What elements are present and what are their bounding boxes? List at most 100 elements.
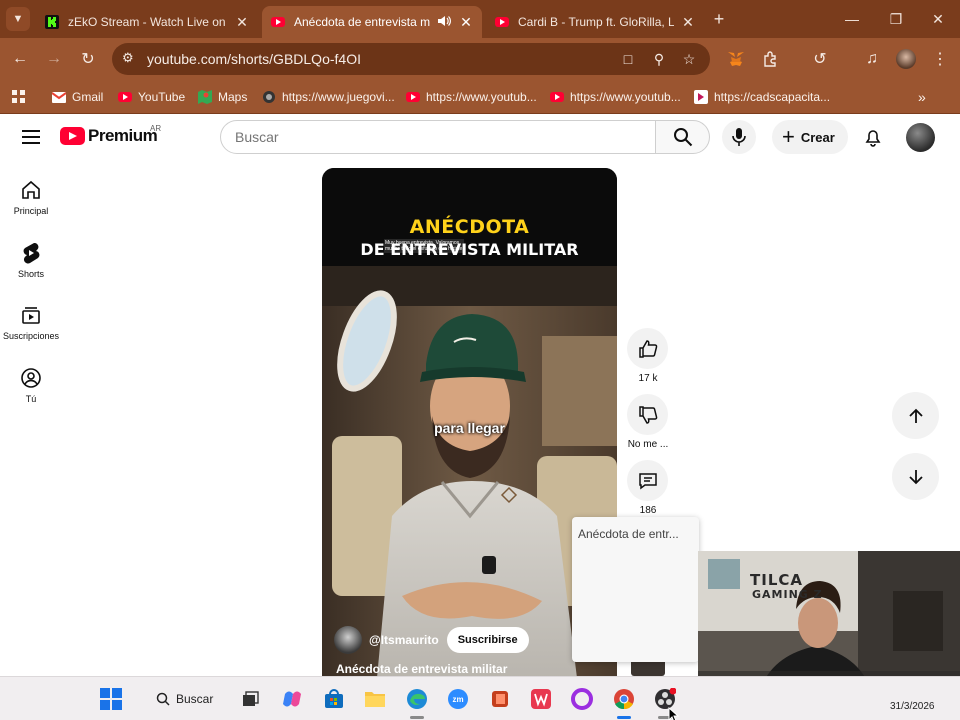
edge-running-indicator	[410, 716, 424, 719]
search-icon	[673, 128, 692, 147]
youtube-premium-logo[interactable]: Premium	[60, 126, 158, 146]
video-title[interactable]: Anécdota de entrevista militar	[336, 662, 507, 676]
video-heading-line1: ANÉCDOTA	[409, 216, 530, 238]
zoom-icon[interactable]: zm	[446, 687, 470, 711]
task-view-icon[interactable]	[238, 687, 262, 711]
forward-button[interactable]: →	[42, 47, 66, 71]
back-button[interactable]: ←	[8, 47, 32, 71]
tab-zeko-stream[interactable]: zEkO Stream - Watch Live on Ki ✕	[36, 6, 258, 38]
maps-icon	[198, 90, 212, 104]
tab-title: zEkO Stream - Watch Live on Ki	[68, 15, 228, 29]
voice-search-button[interactable]	[722, 120, 756, 154]
search-input[interactable]	[220, 120, 656, 154]
site-settings-icon[interactable]: ⚙	[122, 50, 134, 66]
new-tab-button[interactable]: +	[708, 8, 730, 30]
bookmark-cadscapacita[interactable]: https://cadscapacita...	[694, 87, 830, 107]
tab-strip: ▼ zEkO Stream - Watch Live on Ki ✕ Anécd…	[0, 0, 960, 38]
next-short-button[interactable]	[892, 453, 939, 500]
restore-button[interactable]: ❐	[874, 6, 918, 32]
store-icon[interactable]	[322, 687, 346, 711]
account-avatar[interactable]	[906, 123, 935, 152]
close-icon[interactable]: ✕	[234, 14, 250, 31]
site-icon	[694, 90, 708, 104]
nav-item-shorts[interactable]: Shorts	[0, 233, 62, 289]
office-icon[interactable]	[488, 687, 512, 711]
media-controls-icon[interactable]: ♫	[860, 47, 884, 71]
home-icon	[19, 178, 43, 202]
youtube-icon	[270, 14, 286, 30]
more-bookmarks-icon[interactable]: »	[918, 87, 926, 107]
svg-text:zm: zm	[452, 695, 463, 704]
reload-button[interactable]: ↻	[76, 47, 100, 71]
metamask-extension-icon[interactable]	[724, 47, 748, 71]
channel-avatar[interactable]	[334, 626, 362, 654]
you-icon	[19, 366, 43, 390]
menu-icon[interactable]: ⋮	[928, 47, 952, 71]
close-window-button[interactable]: ✕	[916, 6, 960, 32]
comments-button[interactable]	[627, 460, 668, 501]
bookmark-youtube-link-2[interactable]: https://www.youtub...	[550, 87, 681, 107]
extensions-icon[interactable]	[758, 47, 782, 71]
taskbar-search[interactable]: Buscar	[146, 685, 226, 713]
bookmark-youtube-link-1[interactable]: https://www.youtub...	[406, 87, 537, 107]
arrow-down-icon	[908, 469, 923, 484]
close-icon[interactable]: ✕	[680, 14, 696, 31]
tab-title: Anécdota de entrevista milit	[294, 15, 430, 29]
like-count: 17 k	[638, 373, 658, 384]
plus-icon: +	[782, 124, 795, 149]
create-button[interactable]: + Crear	[772, 120, 848, 154]
tab-cardi-b[interactable]: Cardi B - Trump ft. GloRilla, Lat ✕	[486, 6, 704, 38]
previous-short-button[interactable]	[892, 392, 939, 439]
gmail-icon	[52, 90, 66, 104]
copilot-icon[interactable]	[280, 687, 304, 711]
kick-icon	[44, 14, 60, 30]
chrome-running-indicator	[617, 716, 631, 719]
edge-icon[interactable]	[405, 687, 429, 711]
search-icon	[156, 692, 170, 706]
bookmark-juegovi[interactable]: https://www.juegovi...	[262, 87, 395, 107]
bookmark-gmail[interactable]: Gmail	[52, 87, 103, 107]
taskbar-hover-preview[interactable]: Anécdota de entr...	[572, 517, 699, 662]
chrome-icon[interactable]	[612, 687, 636, 711]
youtube-icon	[406, 90, 420, 104]
close-icon[interactable]: ✕	[458, 14, 474, 31]
video-heading-line2: DE ENTREVISTA MILITAR	[360, 240, 579, 259]
mouse-cursor-icon	[668, 707, 680, 720]
channel-handle[interactable]: @Itsmaurito	[369, 633, 439, 647]
dislike-label: No me ...	[627, 439, 669, 450]
profile-avatar[interactable]	[894, 47, 918, 71]
hover-preview-title: Anécdota de entr...	[578, 527, 679, 541]
thumbs-up-icon	[638, 339, 657, 358]
webcam-sign-text: TILCA	[750, 571, 803, 589]
tab-search-button[interactable]: ▼	[6, 7, 30, 31]
start-icon[interactable]	[99, 687, 123, 711]
menu-icon[interactable]	[20, 126, 42, 148]
file-explorer-icon[interactable]	[363, 687, 387, 711]
browser-toolbar: ← → ↻ ⚙ youtube.com/shorts/GBDLQo-f4OI □…	[0, 38, 960, 80]
zoom-icon[interactable]: ⚲	[649, 49, 669, 69]
thumbs-down-icon	[638, 405, 657, 424]
like-button[interactable]	[627, 328, 668, 369]
nav-item-suscripciones[interactable]: Suscripciones	[0, 295, 62, 351]
opera-icon[interactable]	[570, 687, 594, 711]
nav-item-tu[interactable]: Tú	[0, 358, 62, 414]
video-caption: para llegar	[434, 420, 505, 436]
nav-item-principal[interactable]: Principal	[0, 170, 62, 226]
search-button[interactable]	[655, 120, 710, 154]
notifications-button[interactable]	[858, 122, 888, 152]
minimize-button[interactable]: —	[830, 6, 874, 32]
install-app-icon[interactable]: □	[618, 49, 638, 69]
history-icon[interactable]: ↺	[808, 47, 832, 71]
bookmark-star-icon[interactable]: ☆	[679, 49, 699, 69]
subscribe-button[interactable]: Suscribirse	[446, 627, 529, 653]
wps-icon[interactable]	[529, 687, 553, 711]
apps-grid-icon[interactable]	[12, 87, 26, 107]
dislike-button[interactable]	[627, 394, 668, 435]
audio-playing-icon[interactable]	[436, 14, 452, 31]
tab-anecdota[interactable]: Anécdota de entrevista milit ✕	[262, 6, 482, 38]
bell-icon	[865, 130, 881, 147]
address-bar[interactable]: ⚙ youtube.com/shorts/GBDLQo-f4OI □ ⚲ ☆	[112, 43, 710, 75]
bookmark-youtube[interactable]: YouTube	[118, 87, 185, 107]
youtube-icon	[118, 90, 132, 104]
bookmark-maps[interactable]: Maps	[198, 87, 247, 107]
